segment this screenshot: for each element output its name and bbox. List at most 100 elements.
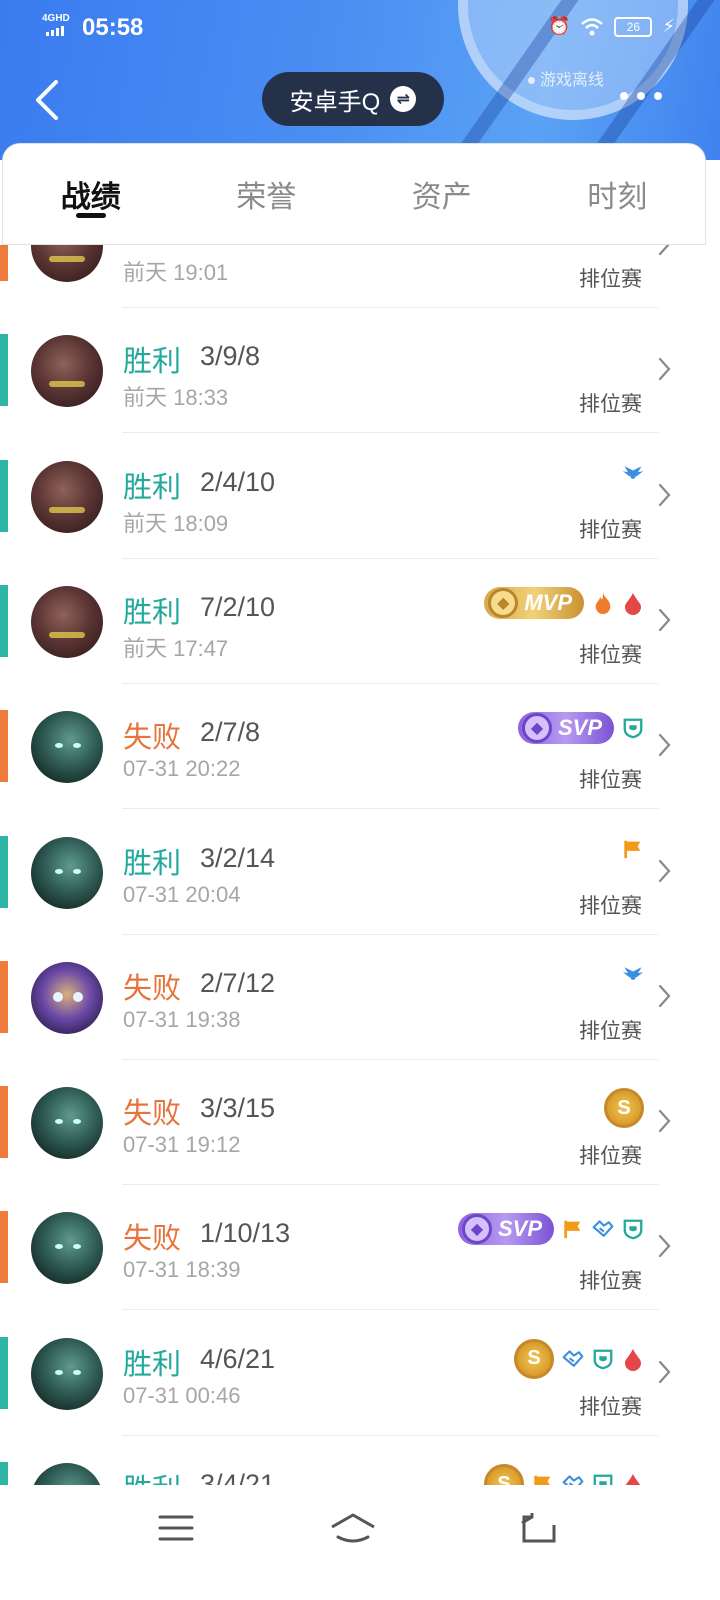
match-row[interactable]: 胜利 2/4/10 前天 18:09 排位赛 <box>0 434 720 559</box>
chevron-right-icon <box>658 732 672 758</box>
match-row[interactable]: 胜利 3/2/14 07-31 20:04 排位赛 <box>0 810 720 935</box>
mvp-badge-label: MVP <box>524 589 572 615</box>
tab-assets[interactable]: 资产 <box>354 144 530 244</box>
match-row[interactable]: 失败 1/10/13 07-31 18:39 排位赛 ◆ SVP <box>0 1185 720 1311</box>
flag-icon <box>622 838 644 860</box>
match-mode: 排位赛 <box>579 643 642 667</box>
match-result: 失败 <box>123 1223 182 1256</box>
match-badges: ◆ MVP <box>484 586 644 619</box>
chevron-right-icon <box>658 245 672 257</box>
status-time: 05:58 <box>82 14 144 41</box>
match-kda: 7/2/10 <box>200 591 276 622</box>
match-kda: 2/7/8 <box>200 717 261 748</box>
match-result: 胜利 <box>123 596 182 629</box>
result-indicator-bar <box>0 245 8 281</box>
hero-avatar <box>31 245 103 282</box>
result-indicator-bar <box>0 710 8 783</box>
handshake-icon <box>562 1473 584 1485</box>
system-nav-bar <box>0 1485 720 1600</box>
blood-icon <box>622 592 644 615</box>
result-indicator-bar <box>0 1086 8 1159</box>
match-kda: 3/4/21 <box>200 1469 276 1485</box>
match-mode: 排位赛 <box>579 393 642 417</box>
medal-icon: ◆ <box>521 713 552 744</box>
coin-badge-icon: S <box>484 1464 524 1485</box>
match-result: 失败 <box>123 722 182 755</box>
chevron-right-icon <box>658 1108 672 1134</box>
match-kda: 3/3/15 <box>200 1093 276 1124</box>
medal-icon: ◆ <box>488 587 519 618</box>
match-row[interactable]: 胜利 4/6/21 07-31 00:46 排位赛 S <box>0 1311 720 1436</box>
header: 4GHD 05:58 ⏰ 26 ⚡ 游戏离线 安卓手Q ⇌ <box>0 0 720 160</box>
match-result: 胜利 <box>123 471 182 504</box>
match-time: 前天 18:09 <box>123 510 229 536</box>
match-badges <box>622 462 644 484</box>
status-icons: ⏰ 26 ⚡ <box>548 16 675 37</box>
match-row[interactable]: 失败 2/7/8 07-31 20:22 排位赛 ◆ SVP <box>0 684 720 810</box>
fire-icon <box>592 592 614 614</box>
match-result: 胜利 <box>123 1348 182 1381</box>
match-row[interactable]: 胜利 3/4/21 S <box>0 1436 720 1485</box>
match-badges: ◆ SVP <box>517 712 644 745</box>
match-result: 胜利 <box>123 847 182 880</box>
wings-icon <box>622 462 644 484</box>
account-switcher[interactable]: 安卓手Q ⇌ <box>262 72 444 126</box>
match-kda: 2/7/12 <box>200 967 276 998</box>
match-row[interactable]: 胜利 3/9/8 前天 18:33 排位赛 <box>0 308 720 434</box>
match-badges <box>622 963 644 985</box>
hero-avatar <box>31 1212 103 1285</box>
hero-avatar <box>31 460 103 533</box>
match-list[interactable]: 前天 19:01 排位赛 胜利 3/9/8 前天 18:33 排位赛 胜利 2/4/10 前天 … <box>0 245 720 1485</box>
match-mode: 排位赛 <box>579 1270 642 1294</box>
match-time: 前天 18:33 <box>123 385 229 411</box>
flag-icon <box>532 1473 554 1485</box>
alarm-icon: ⏰ <box>548 16 571 36</box>
more-button[interactable] <box>620 92 662 100</box>
status-dot-icon <box>528 77 535 85</box>
menu-nav-button[interactable] <box>156 1511 216 1551</box>
match-kda: 1/10/13 <box>200 1218 291 1249</box>
tab-record[interactable]: 战绩 <box>3 144 179 244</box>
match-badges: S <box>514 1338 644 1379</box>
match-badges: ◆ SVP <box>457 1213 644 1246</box>
match-time: 07-31 19:38 <box>123 1006 241 1032</box>
chevron-right-icon <box>658 356 672 382</box>
svp-badge: ◆ SVP <box>517 712 614 745</box>
medal-icon: ◆ <box>461 1214 492 1245</box>
match-result: 失败 <box>123 1098 182 1131</box>
match-kda: 2/4/10 <box>200 466 276 497</box>
match-mode: 排位赛 <box>579 518 642 542</box>
match-row[interactable]: 胜利 7/2/10 前天 17:47 排位赛 ◆ MVP <box>0 559 720 684</box>
back-nav-button[interactable] <box>518 1511 578 1551</box>
blood-icon <box>622 1348 644 1371</box>
coin-badge-icon: S <box>514 1338 554 1379</box>
hero-avatar <box>31 836 103 909</box>
home-nav-button[interactable] <box>328 1511 388 1551</box>
handshake-icon <box>592 1218 614 1240</box>
battery-indicator: 26 <box>614 16 653 37</box>
match-row[interactable]: 失败 2/7/12 07-31 19:38 排位赛 <box>0 935 720 1060</box>
match-mode: 排位赛 <box>579 1395 642 1419</box>
tab-moments[interactable]: 时刻 <box>530 144 706 244</box>
wings-icon <box>622 963 644 985</box>
result-indicator-bar <box>0 960 8 1033</box>
tab-honor[interactable]: 荣誉 <box>179 144 355 244</box>
match-time: 前天 17:47 <box>123 635 229 661</box>
home-icon <box>331 1513 375 1543</box>
flag-icon <box>562 1218 584 1240</box>
status-bar: 4GHD 05:58 ⏰ 26 ⚡ <box>0 10 720 46</box>
match-kda: 4/6/21 <box>200 1343 276 1374</box>
shield-icon <box>592 1473 614 1485</box>
chevron-right-icon <box>658 983 672 1009</box>
match-badges <box>622 838 644 860</box>
match-row[interactable]: 前天 19:01 排位赛 <box>0 245 720 308</box>
match-badges: S <box>484 1464 644 1485</box>
charging-icon: ⚡ <box>662 16 676 36</box>
match-time: 07-31 00:46 <box>123 1382 241 1408</box>
match-time: 07-31 19:12 <box>123 1132 241 1158</box>
match-row[interactable]: 失败 3/3/15 07-31 19:12 排位赛 S <box>0 1060 720 1186</box>
back-button[interactable] <box>28 76 68 124</box>
match-time: 前天 19:01 <box>123 260 229 285</box>
match-result: 胜利 <box>123 346 182 379</box>
tab-bar: 战绩 荣誉 资产 时刻 <box>2 143 706 245</box>
